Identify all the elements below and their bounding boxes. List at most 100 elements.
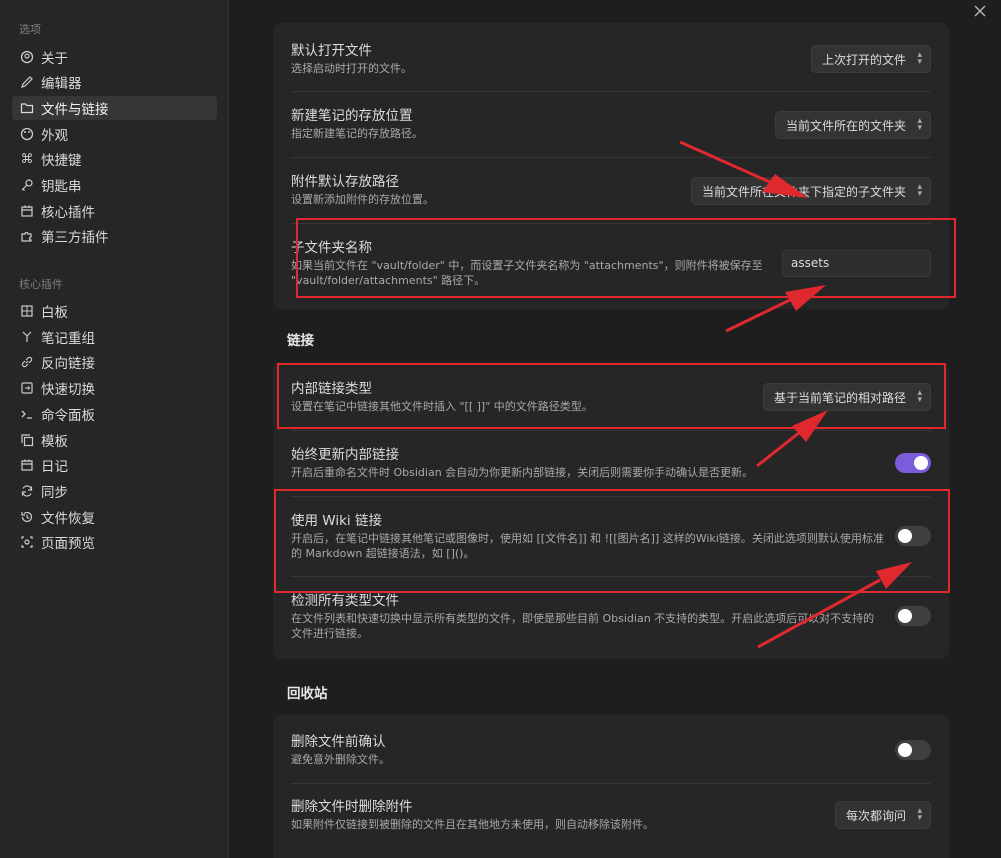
dropdown-value: 上次打开的文件 xyxy=(821,52,906,67)
merge-icon xyxy=(20,330,34,344)
setting-desc-line: 文件进行链接。 xyxy=(291,627,368,640)
sidebar-item-label: 文件与链接 xyxy=(41,102,109,118)
sidebar-item-label: 编辑器 xyxy=(41,76,82,92)
links-heading: 链接 xyxy=(287,333,314,349)
sidebar-item-sync[interactable]: 同步 xyxy=(12,479,217,503)
confirm-delete-toggle[interactable] xyxy=(895,740,931,760)
pencil-icon xyxy=(20,75,34,89)
preview-icon xyxy=(20,535,34,549)
default-open-file-dropdown[interactable]: 上次打开的文件 ▴ ▾ xyxy=(810,45,931,73)
delete-attachments-dropdown[interactable]: 每次都询问 ▴ ▾ xyxy=(834,801,931,829)
palette-icon xyxy=(20,127,34,141)
dropdown-value: 每次都询问 xyxy=(845,808,906,823)
sidebar-item-command-palette[interactable]: 命令面板 xyxy=(12,402,217,426)
close-icon[interactable] xyxy=(973,4,987,18)
divider xyxy=(291,496,931,497)
links-settings-card: 内部链接类型 设置在笔记中链接其他文件时插入 "[[ ]]" 中的文件路径类型。… xyxy=(273,362,949,659)
switch-icon xyxy=(20,381,34,395)
chevron-updown-icon: ▴ ▾ xyxy=(917,50,922,67)
sidebar-item-appearance[interactable]: 外观 xyxy=(12,122,217,146)
sidebar-item-label: 日记 xyxy=(41,459,68,475)
dropdown-value: 当前文件所在文件夹下指定的子文件夹 xyxy=(701,184,906,199)
link-icon xyxy=(20,355,34,369)
setting-confirm-delete: 删除文件前确认 避免意外删除文件。 xyxy=(291,733,931,767)
setting-desc-line: 在文件列表和快速切换中显示所有类型的文件，即使是那些目前 Obsidian 不支… xyxy=(291,612,875,625)
sidebar-section-core-plugins: 核心插件 xyxy=(19,278,63,291)
terminal-icon xyxy=(20,407,34,421)
sidebar-item-community-plugins[interactable]: 第三方插件 xyxy=(12,224,217,248)
files-settings-card: 默认打开文件 选择启动时打开的文件。 上次打开的文件 ▴ ▾ 新建笔记的存放位置 … xyxy=(273,23,949,309)
setting-desc-line: 的 Markdown 超链接语法，如 []()。 xyxy=(291,547,475,560)
sidebar-item-canvas[interactable]: 白板 xyxy=(12,299,217,323)
setting-desc: 避免意外删除文件。 xyxy=(291,753,390,766)
calendar-icon xyxy=(20,204,34,218)
subfolder-name-input[interactable]: assets xyxy=(782,250,931,277)
setting-name: 始终更新内部链接 xyxy=(291,447,399,463)
link-type-dropdown[interactable]: 基于当前笔记的相对路径 ▴ ▾ xyxy=(762,383,931,411)
setting-auto-update-links: 始终更新内部链接 开启后重命名文件时 Obsidian 会自动为你更新内部链接，… xyxy=(291,446,931,480)
setting-desc-line: 开启后，在笔记中链接其他笔记或图像时，使用如 [[文件名]] 和 ![[图片名]… xyxy=(291,532,884,545)
divider xyxy=(291,223,931,224)
sidebar-item-page-preview[interactable]: 页面预览 xyxy=(12,530,217,554)
sidebar-item-label: 核心插件 xyxy=(41,205,95,221)
chevron-updown-icon: ▴ ▾ xyxy=(917,388,922,405)
sidebar-item-keychain[interactable]: 钥匙串 xyxy=(12,173,217,197)
sidebar-item-quick-switcher[interactable]: 快速切换 xyxy=(12,376,217,400)
toggle-knob xyxy=(914,456,928,470)
dropdown-value: 基于当前笔记的相对路径 xyxy=(773,390,906,405)
attachment-location-dropdown[interactable]: 当前文件所在文件夹下指定的子文件夹 ▴ ▾ xyxy=(690,177,931,205)
divider xyxy=(291,783,931,784)
settings-sidebar: 选项 关于 编辑器 文件与链接 外观 ⌘ 快捷键 钥匙串 核心插件 第三方插件 … xyxy=(0,0,229,858)
chevron-updown-icon: ▴ ▾ xyxy=(917,806,922,823)
setting-name: 检测所有类型文件 xyxy=(291,593,399,609)
divider xyxy=(291,430,931,431)
sidebar-item-backlinks[interactable]: 反向链接 xyxy=(12,350,217,374)
chevron-updown-icon: ▴ ▾ xyxy=(917,116,922,133)
sync-icon xyxy=(20,484,34,498)
wiki-links-toggle[interactable] xyxy=(895,526,931,546)
sidebar-item-about[interactable]: 关于 xyxy=(12,45,217,69)
copy-icon xyxy=(20,433,34,447)
sidebar-item-label: 快捷键 xyxy=(41,153,82,169)
setting-name: 删除文件前确认 xyxy=(291,734,386,750)
detect-all-files-toggle[interactable] xyxy=(895,606,931,626)
sidebar-item-daily-notes[interactable]: 日记 xyxy=(12,453,217,477)
sidebar-item-label: 第三方插件 xyxy=(41,230,109,246)
sidebar-item-label: 快速切换 xyxy=(41,382,95,398)
command-icon: ⌘ xyxy=(20,151,34,167)
sidebar-item-templates[interactable]: 模板 xyxy=(12,428,217,452)
divider xyxy=(291,91,931,92)
setting-name: 使用 Wiki 链接 xyxy=(291,513,382,529)
toggle-knob xyxy=(898,529,912,543)
sidebar-item-label: 外观 xyxy=(41,128,68,144)
history-icon xyxy=(20,510,34,524)
sidebar-item-core-plugins[interactable]: 核心插件 xyxy=(12,199,217,223)
settings-content: 默认打开文件 选择启动时打开的文件。 上次打开的文件 ▴ ▾ 新建笔记的存放位置 … xyxy=(230,0,1001,858)
puzzle-icon xyxy=(20,229,34,243)
calendar-icon xyxy=(20,458,34,472)
sidebar-item-files-links[interactable]: 文件与链接 xyxy=(12,96,217,120)
sidebar-item-label: 模板 xyxy=(41,434,68,450)
dropdown-value: 当前文件所在的文件夹 xyxy=(785,118,906,133)
divider xyxy=(291,157,931,158)
setting-wiki-links: 使用 Wiki 链接 开启后，在笔记中链接其他笔记或图像时，使用如 [[文件名]… xyxy=(291,512,931,561)
sidebar-item-label: 命令面板 xyxy=(41,408,95,424)
sidebar-item-label: 笔记重组 xyxy=(41,331,95,347)
new-note-location-dropdown[interactable]: 当前文件所在的文件夹 ▴ ▾ xyxy=(774,111,931,139)
sidebar-item-label: 页面预览 xyxy=(41,536,95,552)
sidebar-item-note-composer[interactable]: 笔记重组 xyxy=(12,325,217,349)
trash-heading: 回收站 xyxy=(287,686,328,702)
sidebar-item-editor[interactable]: 编辑器 xyxy=(12,70,217,94)
toggle-knob xyxy=(898,609,912,623)
sidebar-item-label: 关于 xyxy=(41,51,68,67)
folder-icon xyxy=(20,101,34,115)
setting-desc: 开启后重命名文件时 Obsidian 会自动为你更新内部链接，关闭后则需要你手动… xyxy=(291,466,754,479)
sidebar-item-hotkeys[interactable]: ⌘ 快捷键 xyxy=(12,147,217,171)
sidebar-item-label: 钥匙串 xyxy=(41,179,82,195)
sidebar-item-file-recovery[interactable]: 文件恢复 xyxy=(12,505,217,529)
auto-update-links-toggle[interactable] xyxy=(895,453,931,473)
sidebar-item-label: 同步 xyxy=(41,485,68,501)
sidebar-item-label: 白板 xyxy=(41,305,68,321)
sidebar-section-options: 选项 xyxy=(19,23,41,36)
toggle-knob xyxy=(898,743,912,757)
